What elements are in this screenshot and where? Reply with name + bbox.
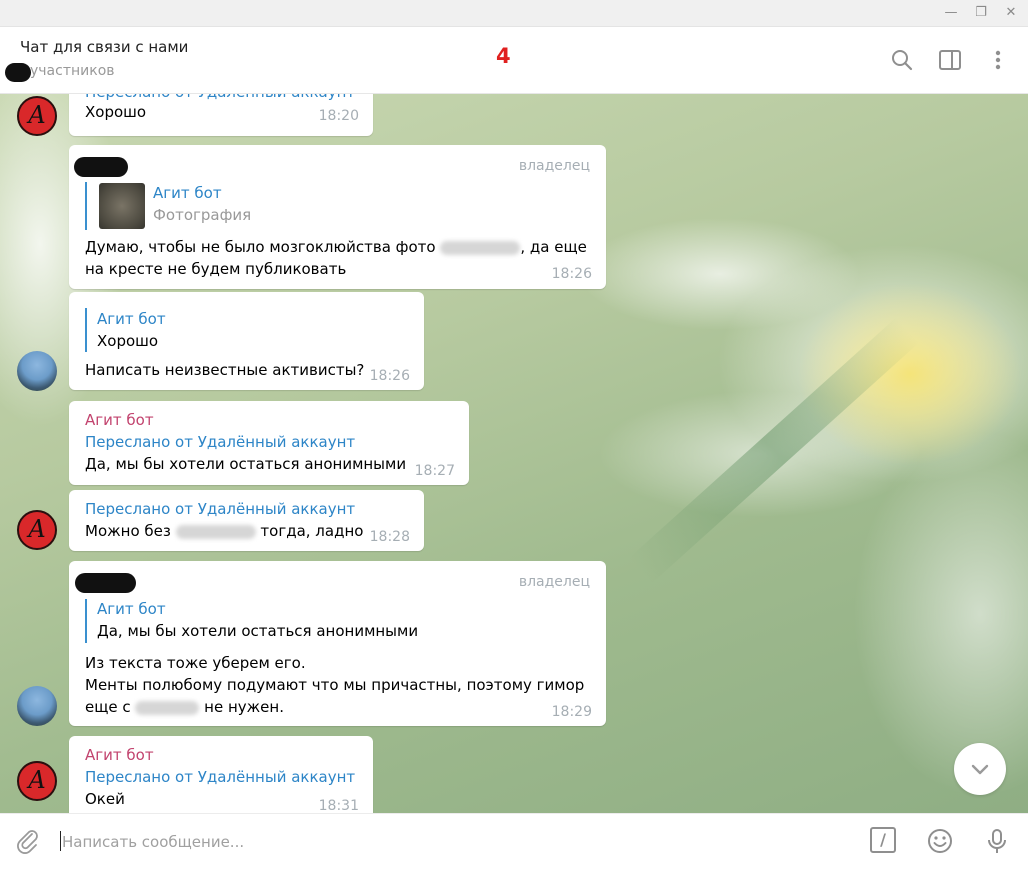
more-vertical-icon[interactable] — [985, 47, 1011, 73]
blurred-name — [135, 700, 200, 715]
reply-author: Агит бот — [97, 310, 166, 328]
reply-quote[interactable]: Агит бот Хорошо — [85, 308, 377, 352]
chat-history[interactable]: A Переслано от Удалённый аккаунт Хорошо … — [0, 94, 1028, 813]
message-time: 18:29 — [551, 704, 592, 720]
wallpaper-stem — [628, 317, 919, 584]
forwarded-from[interactable]: Переслано от Удалённый аккаунт — [85, 766, 355, 788]
members-count[interactable]: участников — [30, 63, 115, 79]
owner-badge: владелец — [518, 158, 590, 174]
sidebar-toggle-icon[interactable] — [937, 47, 963, 73]
message-time: 18:26 — [551, 266, 592, 282]
message-text: еще с не нужен. — [85, 698, 284, 716]
message-bubble[interactable]: владелец Агит бот Да, мы бы хотели остат… — [69, 561, 606, 726]
message-time: 18:31 — [318, 798, 359, 813]
scroll-down-button[interactable] — [954, 743, 1006, 795]
owner-badge: владелец — [518, 574, 590, 590]
message-bubble[interactable]: Агит бот Переслано от Удалённый аккаунт … — [69, 401, 469, 485]
emoji-icon[interactable] — [926, 827, 954, 855]
avatar[interactable]: A — [17, 510, 57, 550]
message-text: Из текста тоже уберем его. — [85, 654, 306, 672]
message-input[interactable] — [60, 826, 844, 858]
message-bubble[interactable]: Переслано от Удалённый аккаунт Хорошо 18… — [69, 94, 373, 136]
redacted-sender — [75, 573, 136, 593]
chevron-down-icon — [971, 764, 989, 775]
attach-icon[interactable] — [14, 827, 42, 855]
message-bubble[interactable]: Переслано от Удалённый аккаунт Можно без… — [69, 490, 424, 551]
message-bubble[interactable]: Агит бот Хорошо Написать неизвестные акт… — [69, 292, 424, 390]
microphone-icon[interactable] — [983, 827, 1011, 855]
avatar[interactable] — [17, 351, 57, 391]
sender-name[interactable]: Агит бот — [85, 409, 154, 431]
message-text: Написать неизвестные активисты? — [85, 361, 365, 379]
reply-text: Фотография — [153, 206, 252, 224]
message-bubble[interactable]: владелец Агит бот Фотография Думаю, чтоб… — [69, 145, 606, 289]
search-icon[interactable] — [889, 47, 915, 73]
forwarded-from[interactable]: Переслано от Удалённый аккаунт — [85, 431, 355, 453]
annotation-number: 4 — [496, 44, 511, 68]
window-titlebar: — ❐ ✕ — [0, 0, 1028, 27]
close-button[interactable]: ✕ — [1002, 4, 1020, 22]
avatar[interactable]: A — [17, 761, 57, 801]
redacted-count — [5, 63, 31, 82]
message-text: Окей — [85, 790, 125, 808]
message-time: 18:27 — [414, 463, 455, 479]
commands-icon[interactable]: / — [870, 827, 896, 853]
message-bubble[interactable]: Агит бот Переслано от Удалённый аккаунт … — [69, 736, 373, 813]
sender-name[interactable]: Агит бот — [85, 744, 154, 766]
message-text: Хорошо — [85, 103, 147, 121]
restore-button[interactable]: ❐ — [972, 4, 990, 22]
message-time: 18:28 — [369, 529, 410, 545]
reply-author: Агит бот — [97, 600, 166, 618]
photo-thumbnail[interactable] — [99, 183, 145, 229]
avatar[interactable]: A — [17, 96, 57, 136]
reply-author: Агит бот — [153, 184, 222, 202]
chat-title[interactable]: Чат для связи с нами — [20, 38, 188, 56]
message-text: Менты полюбому подумают что мы причастны… — [85, 676, 585, 694]
reply-quote[interactable]: Агит бот Фотография — [85, 182, 397, 230]
blurred-name — [440, 240, 521, 255]
forwarded-from[interactable]: Переслано от Удалённый аккаунт — [85, 498, 355, 520]
avatar[interactable] — [17, 686, 57, 726]
message-composer: / — [0, 813, 1028, 869]
message-text: Да, мы бы хотели остаться анонимными — [85, 455, 407, 473]
message-time: 18:26 — [369, 368, 410, 384]
chat-header: Чат для связи с нами участников 4 — [0, 27, 1028, 94]
message-text: на кресте не будем публиковать — [85, 260, 347, 278]
blurred-name — [175, 524, 256, 539]
message-text: Думаю, чтобы не было мозгоклюйства фото … — [85, 238, 587, 256]
message-text: Можно без тогда, ладно — [85, 522, 364, 540]
reply-text: Хорошо — [97, 332, 159, 350]
reply-quote[interactable]: Агит бот Да, мы бы хотели остаться анони… — [85, 599, 497, 643]
minimize-button[interactable]: — — [942, 4, 960, 22]
message-time: 18:20 — [318, 108, 359, 124]
reply-text: Да, мы бы хотели остаться анонимными — [97, 622, 419, 640]
redacted-sender — [74, 157, 128, 177]
